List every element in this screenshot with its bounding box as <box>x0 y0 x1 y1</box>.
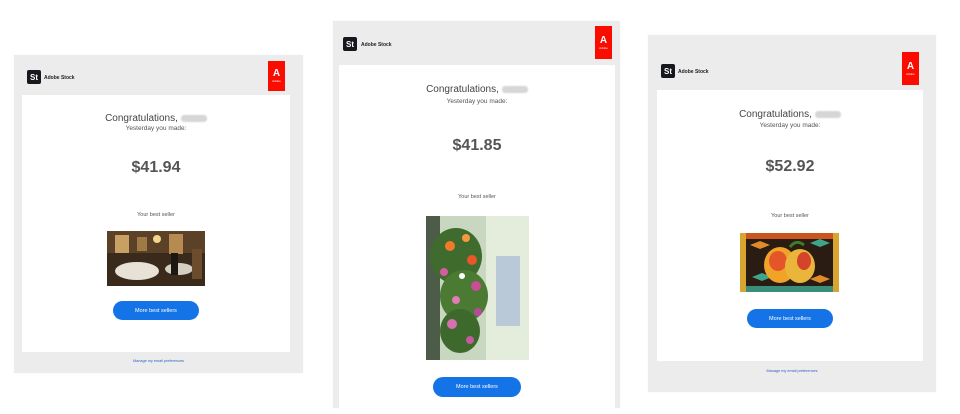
subtitle-text: Yesterday you made: <box>759 122 821 129</box>
adobe-logo-icon: A Adobe <box>902 52 919 85</box>
more-best-sellers-button[interactable]: More best sellers <box>433 377 521 397</box>
adobe-a-glyph: A <box>272 68 281 79</box>
greeting-text: Congratulations, <box>657 109 923 120</box>
best-seller-image[interactable] <box>426 216 529 360</box>
earnings-amount: $41.94 <box>131 159 181 176</box>
best-seller-label: Your best seller <box>137 212 175 218</box>
email-preview-2: St Adobe Stock A Adobe Congratulations, … <box>333 21 620 408</box>
brand-name: Adobe Stock <box>678 69 709 75</box>
adobe-stock-logo-icon: St <box>343 37 357 51</box>
best-seller-label: Your best seller <box>771 213 809 219</box>
email-header: St Adobe Stock A Adobe <box>648 35 936 90</box>
greeting-label: Congratulations, <box>739 109 812 120</box>
adobe-stock-logo-icon: St <box>661 64 675 78</box>
earnings-amount: $52.92 <box>765 158 815 175</box>
redacted-name <box>814 110 841 118</box>
adobe-logo-icon: A Adobe <box>595 26 612 59</box>
email-body: Congratulations, Yesterday you made: $41… <box>339 65 615 408</box>
redacted-name <box>180 114 207 122</box>
adobe-wordmark: Adobe <box>599 45 608 50</box>
best-seller-image[interactable] <box>740 233 839 292</box>
earnings-amount: $41.85 <box>452 137 502 154</box>
greeting-label: Congratulations, <box>105 113 178 124</box>
email-header: St Adobe Stock A Adobe <box>333 21 620 65</box>
adobe-wordmark: Adobe <box>906 71 915 76</box>
email-preview-3: St Adobe Stock A Adobe Congratulations, … <box>648 35 936 392</box>
email-body: Congratulations, Yesterday you made: $52… <box>657 90 923 361</box>
redacted-name <box>501 85 528 93</box>
greeting-text: Congratulations, <box>22 113 290 124</box>
more-best-sellers-button[interactable]: More best sellers <box>747 309 833 328</box>
manage-email-preferences-link[interactable]: Manage my email preferences <box>648 369 936 373</box>
more-best-sellers-button[interactable]: More best sellers <box>113 301 199 320</box>
subtitle-text: Yesterday you made: <box>125 125 187 132</box>
best-seller-image[interactable] <box>107 231 205 286</box>
adobe-stock-logo-icon: St <box>27 70 41 84</box>
brand-name: Adobe Stock <box>361 42 392 48</box>
adobe-a-glyph: A <box>599 34 608 46</box>
brand-name: Adobe Stock <box>44 75 75 81</box>
greeting-text: Congratulations, <box>339 84 615 95</box>
email-preview-1: St Adobe Stock A Adobe Congratulations, … <box>14 55 303 373</box>
adobe-wordmark: Adobe <box>272 79 281 83</box>
adobe-logo-icon: A Adobe <box>268 61 285 91</box>
greeting-label: Congratulations, <box>426 84 499 95</box>
adobe-a-glyph: A <box>906 60 915 72</box>
email-header: St Adobe Stock A Adobe <box>14 55 303 95</box>
best-seller-label: Your best seller <box>458 194 496 200</box>
subtitle-text: Yesterday you made: <box>446 98 508 105</box>
email-body: Congratulations, Yesterday you made: $41… <box>22 95 290 352</box>
manage-email-preferences-link[interactable]: Manage my email preferences <box>14 359 303 363</box>
